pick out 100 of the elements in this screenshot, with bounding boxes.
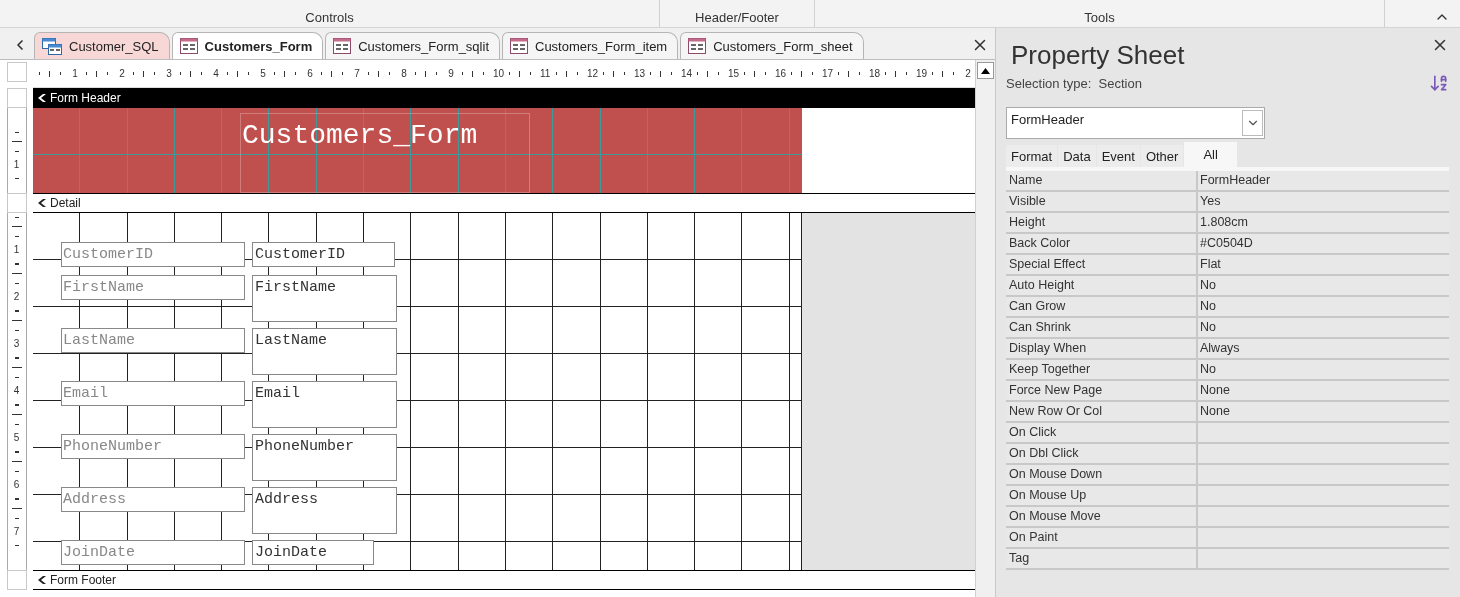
ruler-number: 7 (13, 526, 20, 537)
form-icon (688, 38, 707, 54)
field-label[interactable]: Email (61, 381, 245, 406)
panel-title: Property Sheet (1011, 40, 1185, 71)
dropdown-button[interactable] (1242, 110, 1263, 136)
field-label[interactable]: FirstName (61, 275, 245, 300)
ribbon-group-label: Header/Footer (695, 10, 779, 25)
field-label[interactable]: PhoneNumber (61, 434, 245, 459)
document-tab[interactable]: Customer_SQL (34, 32, 170, 59)
property-name: Force New Page (1006, 381, 1198, 400)
section-arrow-icon (37, 575, 47, 585)
ruler-number: 4 (212, 68, 220, 79)
ruler-number: 1 (13, 244, 20, 255)
property-value[interactable]: No (1198, 360, 1449, 379)
section-bar[interactable]: Detail (33, 193, 975, 213)
property-value[interactable]: #C0504D (1198, 234, 1449, 253)
property-name: Name (1006, 171, 1198, 190)
property-tab[interactable]: Other (1140, 145, 1184, 167)
text-box[interactable]: LastName (252, 328, 397, 375)
property-tab[interactable]: All (1184, 142, 1237, 167)
text-box[interactable]: FirstName (252, 275, 397, 322)
ruler-number: 18 (869, 68, 879, 79)
ruler-number: 5 (259, 68, 267, 79)
text-box[interactable]: Email (252, 381, 397, 428)
form-icon (179, 38, 198, 54)
property-name: Can Shrink (1006, 318, 1198, 337)
property-tab[interactable]: Event (1096, 145, 1140, 167)
form-selector[interactable] (6, 62, 27, 82)
ruler-number: 2 (118, 68, 126, 79)
property-value[interactable]: No (1198, 276, 1449, 295)
ruler-number: 19 (916, 68, 926, 79)
sort-icon[interactable] (1429, 73, 1449, 93)
text-box[interactable]: CustomerID (252, 242, 395, 267)
scroll-up-button[interactable] (977, 62, 994, 79)
triangle-up-icon (981, 67, 990, 74)
selection-type-text: Selection type: Section (1006, 75, 1142, 91)
property-value[interactable]: Always (1198, 339, 1449, 358)
property-name: Height (1006, 213, 1198, 232)
ruler-number: 9 (447, 68, 455, 79)
ruler-number: 10 (493, 68, 503, 79)
document-tab[interactable]: Customers_Form_item (502, 32, 679, 59)
property-value[interactable]: FormHeader (1198, 171, 1449, 190)
property-value[interactable] (1198, 486, 1449, 505)
section-title: Form Header (50, 91, 121, 105)
section-bar[interactable]: Form Header (33, 88, 975, 108)
section-selector[interactable] (7, 88, 27, 108)
property-name: On Mouse Down (1006, 465, 1198, 484)
ruler-number: 5 (13, 432, 20, 443)
property-value[interactable] (1198, 444, 1449, 463)
property-value[interactable]: 1.808cm (1198, 213, 1449, 232)
property-value[interactable]: None (1198, 381, 1449, 400)
property-name: On Click (1006, 423, 1198, 442)
section-selector[interactable] (7, 570, 27, 590)
document-tab[interactable]: Customers_Form_sheet (680, 32, 864, 59)
property-value[interactable]: None (1198, 402, 1449, 421)
section-arrow-icon (37, 93, 47, 103)
ruler-number: 11 (540, 68, 550, 79)
ruler-number: 14 (681, 68, 691, 79)
field-label[interactable]: Address (61, 487, 245, 512)
property-value[interactable] (1198, 507, 1449, 526)
ruler-number: 7 (353, 68, 361, 79)
text-box[interactable]: JoinDate (252, 540, 374, 565)
property-tab[interactable]: Data (1058, 145, 1096, 167)
property-tab[interactable]: Format (1006, 145, 1058, 167)
property-name: Special Effect (1006, 255, 1198, 274)
section-title: Detail (50, 196, 81, 210)
ruler-number: 16 (775, 68, 785, 79)
section-selector[interactable] (7, 193, 27, 213)
ruler-number: 1 (13, 159, 20, 170)
property-name: On Dbl Click (1006, 444, 1198, 463)
property-value[interactable]: Yes (1198, 192, 1449, 211)
field-label[interactable]: CustomerID (61, 242, 245, 267)
property-value[interactable] (1198, 549, 1449, 568)
document-tab[interactable]: Customers_Form (171, 32, 324, 59)
ribbon-group-label: Tools (1084, 10, 1115, 25)
document-tab[interactable]: Customers_Form_sqlit (325, 32, 500, 59)
property-value[interactable]: Flat (1198, 255, 1449, 274)
text-box[interactable]: PhoneNumber (252, 434, 397, 481)
property-name: On Paint (1006, 528, 1198, 547)
ruler-number: 17 (822, 68, 832, 79)
ruler-number: 2 (13, 291, 20, 302)
ruler-number: 4 (13, 385, 20, 396)
property-name: On Mouse Move (1006, 507, 1198, 526)
property-value[interactable]: No (1198, 297, 1449, 316)
property-value[interactable] (1198, 423, 1449, 442)
ruler-number: 3 (13, 338, 20, 349)
property-value[interactable]: No (1198, 318, 1449, 337)
field-label[interactable]: JoinDate (61, 540, 245, 565)
property-value[interactable] (1198, 465, 1449, 484)
ruler-number: 6 (306, 68, 314, 79)
ruler-number: 2 (964, 68, 972, 79)
field-label[interactable]: LastName (61, 328, 245, 353)
ribbon-group-label: Controls (305, 10, 354, 25)
ruler-number: 6 (13, 479, 20, 490)
property-value[interactable] (1198, 528, 1449, 547)
selection-dropdown[interactable]: FormHeader (1006, 107, 1265, 139)
vertical-scrollbar[interactable] (975, 60, 995, 597)
ruler-number: 13 (634, 68, 644, 79)
text-box[interactable]: Address (252, 487, 397, 534)
section-bar[interactable]: Form Footer (33, 570, 975, 590)
